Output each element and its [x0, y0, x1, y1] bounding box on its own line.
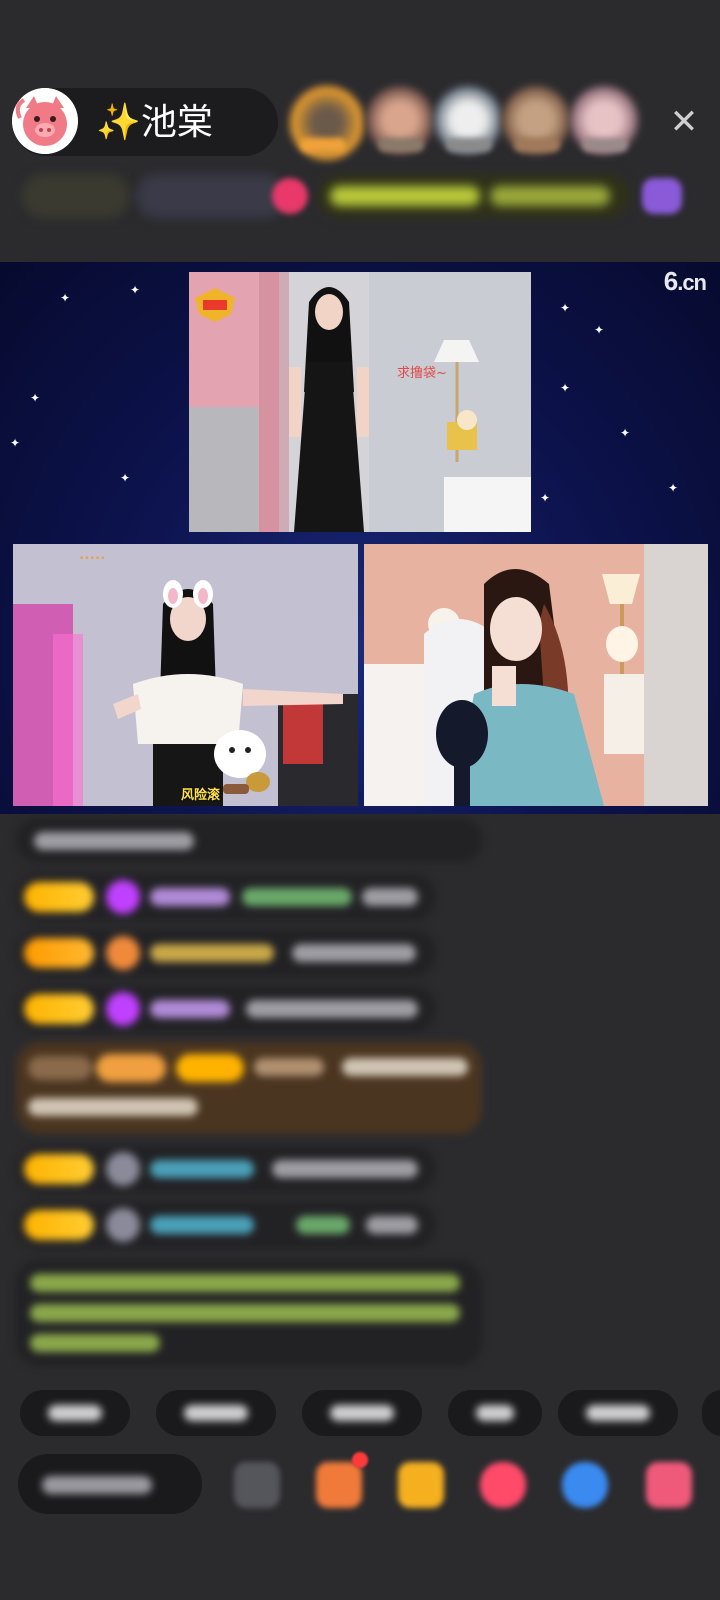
level-badge: [24, 1210, 94, 1240]
star-decoration: ✦: [60, 291, 71, 305]
gem-icon: [106, 992, 140, 1026]
video-stage[interactable]: ✦ ✦ ✦ ✦ ✦ ✦ ✦ ✦ ✦ ✦ ✦ 6.cn 求撸袋~ ••••• 风险…: [0, 262, 720, 814]
chat-input[interactable]: [18, 1454, 202, 1514]
star-decoration: ✦: [10, 436, 21, 450]
sparkle-icon: ✨: [96, 102, 141, 143]
info-chip[interactable]: [136, 174, 286, 218]
quick-reply-chip[interactable]: [702, 1390, 720, 1436]
info-chip[interactable]: [22, 174, 130, 218]
emoji-icon[interactable]: [234, 1462, 280, 1508]
avatar-icon: [106, 1208, 140, 1242]
video-tile-left[interactable]: ••••• 风险滚: [13, 544, 358, 806]
viewer-rank-badge: [514, 138, 560, 152]
chat-message[interactable]: [16, 930, 436, 976]
star-decoration: ✦: [30, 391, 41, 405]
viewer-rank-badge: [300, 138, 346, 152]
rank-icon[interactable]: [642, 178, 682, 214]
star-decoration: ✦: [540, 491, 551, 505]
notification-dot: [352, 1452, 368, 1468]
chat-message[interactable]: [16, 986, 436, 1032]
chat-message[interactable]: [16, 1146, 436, 1192]
chat-message[interactable]: [16, 874, 436, 920]
quick-reply-chip[interactable]: [20, 1390, 130, 1436]
system-notice: [16, 1260, 482, 1366]
viewer-rank-badge: [378, 138, 424, 152]
star-decoration: ✦: [560, 301, 571, 315]
gamepad-icon[interactable]: [562, 1462, 608, 1508]
grid-icon[interactable]: [646, 1462, 692, 1508]
star-decoration: ✦: [120, 471, 131, 485]
quick-reply-chip[interactable]: [448, 1390, 542, 1436]
level-badge: [24, 994, 94, 1024]
viewer-rank-badge: [582, 138, 628, 152]
star-decoration: ✦: [594, 323, 605, 337]
avatar-icon: [106, 1152, 140, 1186]
viewer-rank-badge: [446, 138, 492, 152]
pig-avatar-icon: [12, 88, 78, 154]
chat-message[interactable]: [16, 818, 482, 862]
heart-icon[interactable]: [480, 1462, 526, 1508]
info-chip-text: [490, 186, 610, 206]
heart-icon[interactable]: [272, 178, 308, 214]
host-avatar[interactable]: [12, 88, 78, 154]
quick-reply-chip[interactable]: [302, 1390, 422, 1436]
treasure-icon[interactable]: [316, 1462, 362, 1508]
site-logo: 6.cn: [663, 266, 707, 296]
video-tile-main[interactable]: 求撸袋~: [189, 272, 531, 532]
quick-reply-chip[interactable]: [558, 1390, 678, 1436]
streamer-video: [364, 544, 708, 806]
star-decoration: ✦: [668, 481, 679, 495]
close-icon[interactable]: ✕: [666, 104, 702, 140]
overlay-caption: 求撸袋~: [397, 366, 447, 381]
chat-message-highlight[interactable]: [16, 1042, 482, 1134]
info-chip-text: [330, 186, 480, 206]
level-badge: [24, 882, 94, 912]
quick-reply-chip[interactable]: [156, 1390, 276, 1436]
gem-icon: [106, 880, 140, 914]
level-badge: [24, 1154, 94, 1184]
host-name-text: 池棠: [140, 102, 213, 143]
chat-message[interactable]: [16, 1202, 436, 1248]
level-badge: [24, 938, 94, 968]
star-decoration: ✦: [620, 426, 631, 440]
star-decoration: ✦: [130, 283, 141, 297]
host-name[interactable]: ✨池棠: [96, 96, 213, 150]
tile-caption: 风险滚: [181, 788, 221, 803]
gift-icon[interactable]: [398, 1462, 444, 1508]
gem-icon: [106, 936, 140, 970]
streamer-video: [189, 272, 531, 532]
tile-watermark: •••••: [79, 554, 106, 564]
star-decoration: ✦: [560, 381, 571, 395]
video-tile-right[interactable]: [364, 544, 708, 806]
streamer-video: [13, 544, 358, 806]
